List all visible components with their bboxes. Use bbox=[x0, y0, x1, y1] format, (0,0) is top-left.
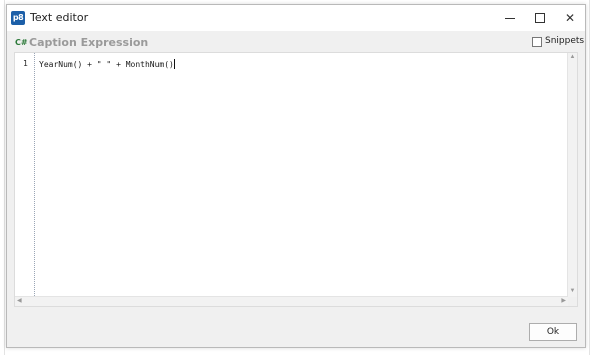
minimize-icon bbox=[505, 18, 515, 19]
line-number: 1 bbox=[23, 59, 28, 68]
maximize-icon bbox=[535, 13, 545, 23]
close-icon: ✕ bbox=[564, 11, 576, 25]
ok-button[interactable]: Ok bbox=[529, 323, 577, 341]
snippets-checkbox[interactable] bbox=[532, 37, 542, 47]
csharp-icon: C# bbox=[15, 38, 28, 47]
app-icon: p8 bbox=[11, 11, 25, 25]
window-title: Text editor bbox=[30, 11, 89, 24]
title-bar[interactable]: p8 Text editor ✕ bbox=[7, 5, 585, 31]
vertical-scrollbar[interactable]: ▲ ▼ bbox=[567, 53, 577, 306]
background-divider-left bbox=[4, 0, 5, 355]
maximize-button[interactable] bbox=[525, 5, 555, 31]
horizontal-scrollbar[interactable]: ◀ ▶ bbox=[15, 296, 568, 306]
line-number-gutter: 1 bbox=[15, 53, 35, 306]
code-editor[interactable]: 1 YearNum() + " " + MonthNum() ▲ ▼ ◀ ▶ bbox=[14, 52, 578, 307]
text-editor-dialog: p8 Text editor ✕ C# Caption Expression S… bbox=[6, 4, 586, 348]
caption-expression-label: Caption Expression bbox=[29, 36, 149, 49]
caption-header: C# Caption Expression Snippets bbox=[7, 31, 585, 51]
scroll-left-icon[interactable]: ◀ bbox=[17, 298, 22, 305]
snippets-label[interactable]: Snippets bbox=[545, 36, 584, 46]
close-button[interactable]: ✕ bbox=[555, 5, 585, 31]
background-divider-right bbox=[589, 0, 590, 355]
scroll-up-icon[interactable]: ▲ bbox=[569, 54, 576, 61]
code-text[interactable]: YearNum() + " " + MonthNum() bbox=[39, 60, 174, 69]
text-caret bbox=[173, 59, 175, 69]
scrollbar-corner bbox=[568, 297, 577, 306]
code-line[interactable]: YearNum() + " " + MonthNum() bbox=[39, 59, 175, 69]
scroll-down-icon[interactable]: ▼ bbox=[569, 288, 576, 295]
minimize-button[interactable] bbox=[495, 5, 525, 31]
scroll-right-icon[interactable]: ▶ bbox=[561, 298, 566, 305]
